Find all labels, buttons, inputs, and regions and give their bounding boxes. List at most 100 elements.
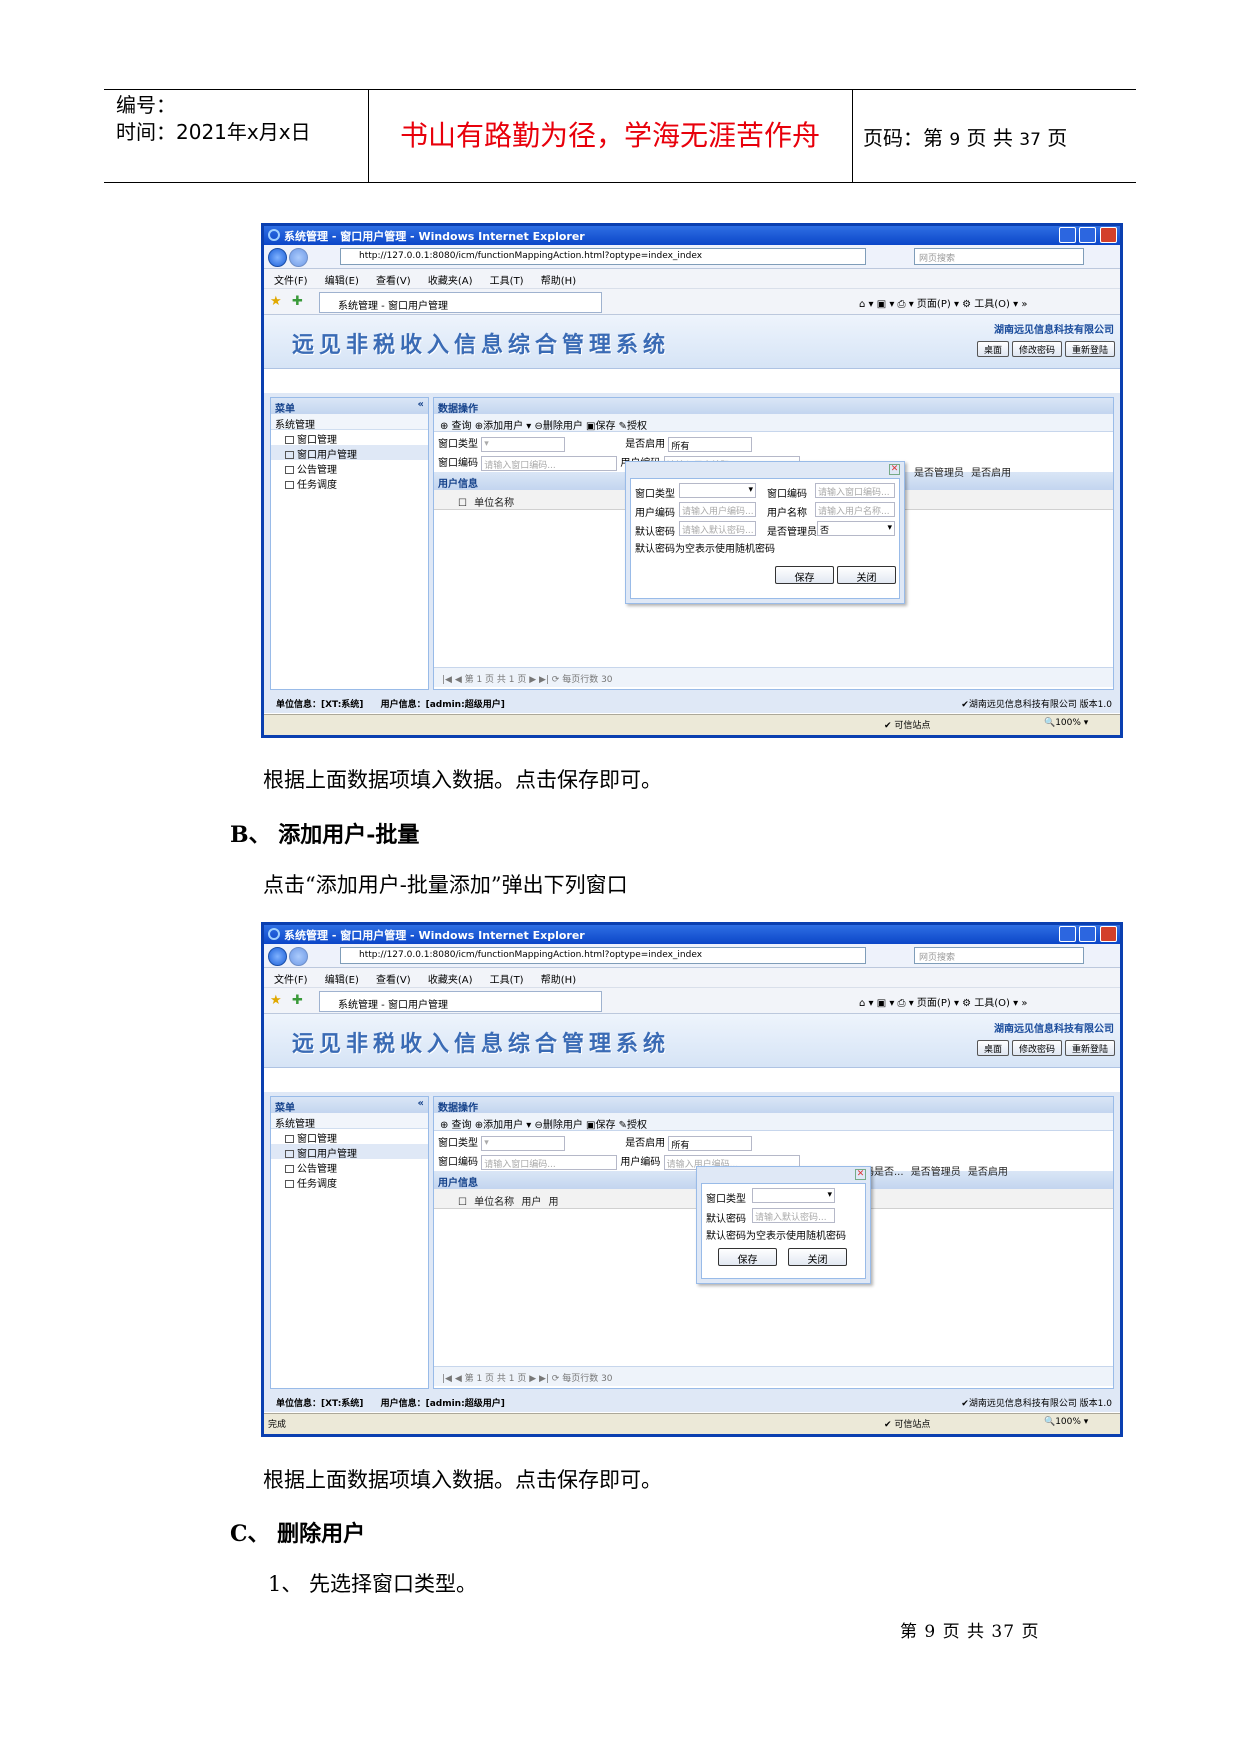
- forward-icon[interactable]: [289, 248, 308, 267]
- star-icon[interactable]: ★: [270, 993, 282, 1008]
- dialog-window-type-select[interactable]: ▾: [679, 483, 756, 498]
- tab-system-management[interactable]: 系统管理 - 窗口用户管理: [319, 292, 602, 313]
- menu-bar[interactable]: 文件(F) 编辑(E) 查看(V) 收藏夹(A) 工具(T) 帮助(H): [264, 269, 1120, 289]
- screenshot-batch-add: 系统管理 - 窗口用户管理 - Windows Internet Explore…: [261, 922, 1123, 1437]
- menu-group-system[interactable]: 系统管理: [271, 1113, 428, 1130]
- window-code-input[interactable]: 请输入窗口编码...: [481, 1154, 618, 1170]
- list-icon: [285, 1135, 294, 1143]
- menu-item-task-schedule[interactable]: 任务调度: [271, 1174, 428, 1190]
- data-toolbar[interactable]: ⊕ 查询 ⊕添加用户 ▾ ⊖删除用户 ▣保存 ✎授权: [434, 1113, 1113, 1131]
- menu-bar[interactable]: 文件(F) 编辑(E) 查看(V) 收藏夹(A) 工具(T) 帮助(H): [264, 968, 1120, 988]
- add-user-dialog: ✕ 窗口类型 ▾ 窗口编码 请输入窗口编码... 用户编码 请输入用户编码...…: [625, 461, 905, 604]
- dialog-close-icon[interactable]: ✕: [889, 464, 900, 475]
- relogin-button[interactable]: 重新登陆: [1064, 1040, 1115, 1056]
- doc-time-label: 时间：2021年x月x日: [116, 120, 311, 144]
- enabled-select[interactable]: 所有: [668, 436, 753, 452]
- dialog-close-button[interactable]: 关闭: [788, 1248, 847, 1266]
- menu-item-notice-mgmt[interactable]: 公告管理: [271, 460, 428, 476]
- search-input[interactable]: 网页搜索: [914, 947, 1084, 964]
- dialog-save-button[interactable]: 保存: [775, 566, 834, 584]
- window-titlebar: 系统管理 - 窗口用户管理 - Windows Internet Explore…: [264, 925, 1120, 944]
- dialog-user-name-input[interactable]: 请输入用户名称...: [815, 502, 895, 517]
- menu-panel-header: 菜单 «: [271, 1097, 428, 1114]
- select-all-checkbox[interactable]: ☐: [458, 1197, 467, 1208]
- relogin-button[interactable]: 重新登陆: [1064, 341, 1115, 357]
- app-header: 远见非税收入信息综合管理系统 湖南远见信息科技有限公司 桌面 修改密码 重新登陆: [264, 1014, 1120, 1068]
- dialog-window-code-input[interactable]: 请输入窗口编码...: [815, 483, 895, 498]
- url-input[interactable]: http://127.0.0.1:8080/icm/functionMappin…: [340, 947, 866, 964]
- page-footer: 第 9 页 共 37 页: [900, 1622, 1040, 1642]
- search-input[interactable]: 网页搜索: [914, 248, 1084, 265]
- zoom-level[interactable]: 🔍100% ▾: [1044, 718, 1088, 728]
- tab-system-management[interactable]: 系统管理 - 窗口用户管理: [319, 991, 602, 1012]
- command-bar[interactable]: ⌂ ▾ ▣ ▾ ⎙ ▾ 页面(P) ▾ ⚙ 工具(O) ▾ »: [859, 994, 1027, 1009]
- dialog-window-type-select[interactable]: ▾: [752, 1188, 835, 1203]
- maximize-icon[interactable]: [1079, 227, 1096, 243]
- paragraph-2: 点击“添加用户-批量添加”弹出下列窗口: [263, 873, 628, 897]
- command-bar[interactable]: ⌂ ▾ ▣ ▾ ⎙ ▾ 页面(P) ▾ ⚙ 工具(O) ▾ »: [859, 295, 1027, 310]
- add-favorite-icon[interactable]: ✚: [292, 294, 303, 309]
- grid-pager[interactable]: |◀ ◀ 第 1 页 共 1 页 ▶ ▶| ⟳ 每页行数 30: [434, 667, 1113, 687]
- menu-item-window-user-mgmt[interactable]: 窗口用户管理: [271, 445, 428, 461]
- dialog-is-admin-select[interactable]: 否 ▾: [817, 521, 895, 536]
- list-icon: [285, 1180, 294, 1188]
- star-icon[interactable]: ★: [270, 294, 282, 309]
- collapse-icon[interactable]: «: [418, 1098, 424, 1109]
- dialog-user-code-input[interactable]: 请输入用户编码...: [679, 502, 756, 517]
- dialog-close-button[interactable]: 关闭: [837, 566, 896, 584]
- status-done: 完成: [268, 1420, 287, 1430]
- menu-group-system[interactable]: 系统管理: [271, 414, 428, 431]
- list-icon: [285, 1165, 294, 1173]
- heading-c: C、 删除用户: [230, 1521, 366, 1547]
- change-password-button[interactable]: 修改密码: [1011, 1040, 1062, 1056]
- heading-b: B、 添加用户-批量: [230, 822, 420, 848]
- menu-item-window-mgmt[interactable]: 窗口管理: [271, 430, 428, 446]
- change-password-button[interactable]: 修改密码: [1011, 341, 1062, 357]
- filter-row-1: 窗口类型 ▾ 是否启用 所有: [434, 432, 1113, 452]
- desktop-button[interactable]: 桌面: [976, 1040, 1009, 1056]
- header-motto: 书山有路勤为径，学海无涯苦作舟: [399, 119, 820, 152]
- forward-icon[interactable]: [289, 947, 308, 966]
- menu-item-window-mgmt[interactable]: 窗口管理: [271, 1129, 428, 1145]
- select-all-checkbox[interactable]: ☐: [458, 498, 467, 509]
- list-icon: [285, 436, 294, 444]
- ie-icon: [268, 928, 280, 940]
- list-icon: [285, 1150, 294, 1158]
- desktop-button[interactable]: 桌面: [976, 341, 1009, 357]
- trusted-site: ✔ 可信站点: [884, 721, 931, 731]
- menu-item-window-user-mgmt[interactable]: 窗口用户管理: [271, 1144, 428, 1160]
- zoom-level[interactable]: 🔍100% ▾: [1044, 1417, 1088, 1427]
- window-titlebar: 系统管理 - 窗口用户管理 - Windows Internet Explore…: [264, 226, 1120, 245]
- back-icon[interactable]: [268, 947, 287, 966]
- dialog-save-button[interactable]: 保存: [718, 1248, 777, 1266]
- grid-pager[interactable]: |◀ ◀ 第 1 页 共 1 页 ▶ ▶| ⟳ 每页行数 30: [434, 1366, 1113, 1386]
- menu-panel: 菜单 « 系统管理 窗口管理 窗口用户管理 公告管理 任务调度: [270, 397, 429, 690]
- list-icon: [285, 466, 294, 474]
- dialog-default-password-input[interactable]: 请输入默认密码...: [679, 521, 756, 536]
- menu-item-notice-mgmt[interactable]: 公告管理: [271, 1159, 428, 1175]
- add-favorite-icon[interactable]: ✚: [292, 993, 303, 1008]
- menu-item-task-schedule[interactable]: 任务调度: [271, 475, 428, 491]
- data-toolbar[interactable]: ⊕ 查询 ⊕添加用户 ▾ ⊖删除用户 ▣保存 ✎授权: [434, 414, 1113, 432]
- url-input[interactable]: http://127.0.0.1:8080/icm/functionMappin…: [340, 248, 866, 265]
- window-type-select[interactable]: ▾: [481, 436, 566, 452]
- close-icon[interactable]: [1100, 227, 1117, 243]
- minimize-icon[interactable]: [1059, 926, 1076, 942]
- paragraph-1: 根据上面数据项填入数据。点击保存即可。: [263, 768, 662, 792]
- dialog-close-icon[interactable]: ✕: [855, 1169, 866, 1180]
- window-type-select[interactable]: ▾: [481, 1135, 566, 1151]
- close-icon[interactable]: [1100, 926, 1117, 942]
- header-divider-right: [852, 90, 853, 182]
- app-title: 远见非税收入信息综合管理系统: [292, 1032, 671, 1057]
- app-body: 菜单 « 系统管理 窗口管理 窗口用户管理 公告管理 任务调度 数据操作 ⊕ 查询…: [264, 1092, 1120, 1393]
- collapse-icon[interactable]: «: [418, 399, 424, 410]
- back-icon[interactable]: [268, 248, 287, 267]
- minimize-icon[interactable]: [1059, 227, 1076, 243]
- window-code-input[interactable]: 请输入窗口编码...: [481, 455, 618, 471]
- maximize-icon[interactable]: [1079, 926, 1096, 942]
- dialog-default-password-input[interactable]: 请输入默认密码...: [752, 1208, 835, 1223]
- menu-panel: 菜单 « 系统管理 窗口管理 窗口用户管理 公告管理 任务调度: [270, 1096, 429, 1389]
- header-bottom-rule: [104, 182, 1136, 183]
- doc-number-label: 编号：: [116, 93, 176, 117]
- enabled-select[interactable]: 所有: [668, 1135, 753, 1151]
